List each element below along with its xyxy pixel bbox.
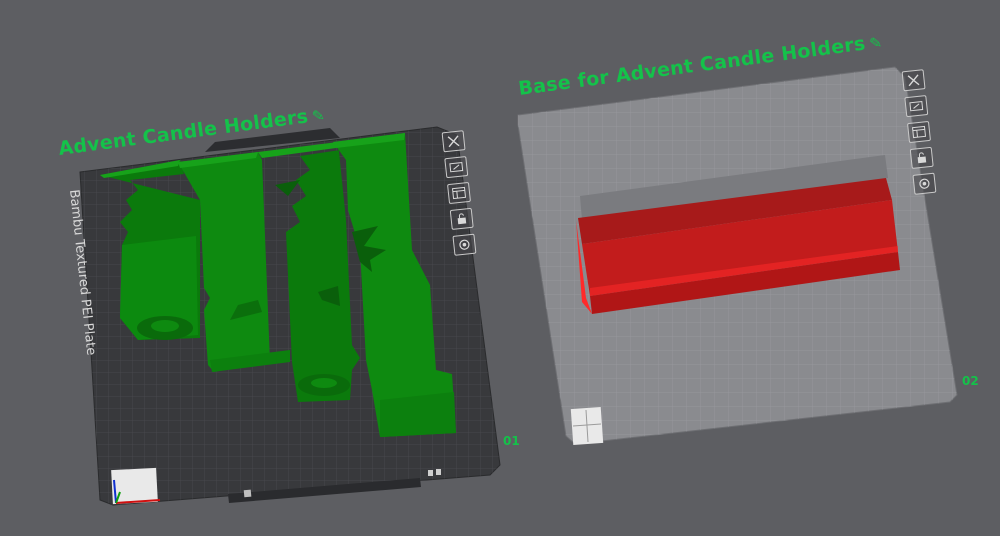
plate-02-lock-button[interactable] bbox=[909, 146, 934, 169]
auto-arrange-icon bbox=[449, 161, 464, 173]
pencil-icon[interactable]: ✎ bbox=[311, 106, 326, 126]
plate-01-arrange-button[interactable] bbox=[444, 156, 469, 179]
plate-02-axes bbox=[570, 406, 604, 446]
settings-gear-icon bbox=[459, 239, 470, 250]
plate-01-number: 01 bbox=[503, 434, 520, 448]
layout-icon bbox=[911, 125, 927, 139]
plate-02-layout-button[interactable] bbox=[907, 120, 931, 144]
plate-02-arrange-button[interactable] bbox=[904, 95, 929, 118]
lock-icon bbox=[457, 213, 467, 225]
plate-01-axes bbox=[111, 467, 161, 505]
lock-icon bbox=[917, 152, 927, 164]
close-icon bbox=[907, 74, 920, 87]
plate-02-settings-button[interactable] bbox=[912, 172, 937, 195]
plate-02[interactable] bbox=[517, 66, 958, 446]
plate-02-number: 02 bbox=[962, 374, 979, 388]
plate-01-status-icon bbox=[243, 489, 252, 498]
plate-01[interactable]: Bambu Textured PEI Plate bbox=[66, 126, 501, 506]
plate-01-lock-button[interactable] bbox=[449, 207, 474, 230]
plate-01-layout-button[interactable] bbox=[447, 181, 471, 205]
close-icon bbox=[447, 135, 460, 148]
plate-01-settings-button[interactable] bbox=[452, 233, 477, 256]
layout-icon bbox=[451, 186, 467, 200]
plate-01-close-button[interactable] bbox=[441, 130, 466, 153]
plate-01-trash-icon bbox=[428, 470, 433, 476]
pencil-icon[interactable]: ✎ bbox=[868, 33, 883, 53]
plate-01-cut-icon bbox=[436, 469, 441, 475]
3d-viewport[interactable]: Bambu Textured PEI Plate Advent Candle H… bbox=[0, 0, 1000, 536]
build-plates-scene: Bambu Textured PEI Plate bbox=[66, 66, 958, 506]
plate-02-close-button[interactable] bbox=[901, 69, 926, 92]
settings-gear-icon bbox=[919, 178, 930, 189]
auto-arrange-icon bbox=[909, 100, 924, 112]
